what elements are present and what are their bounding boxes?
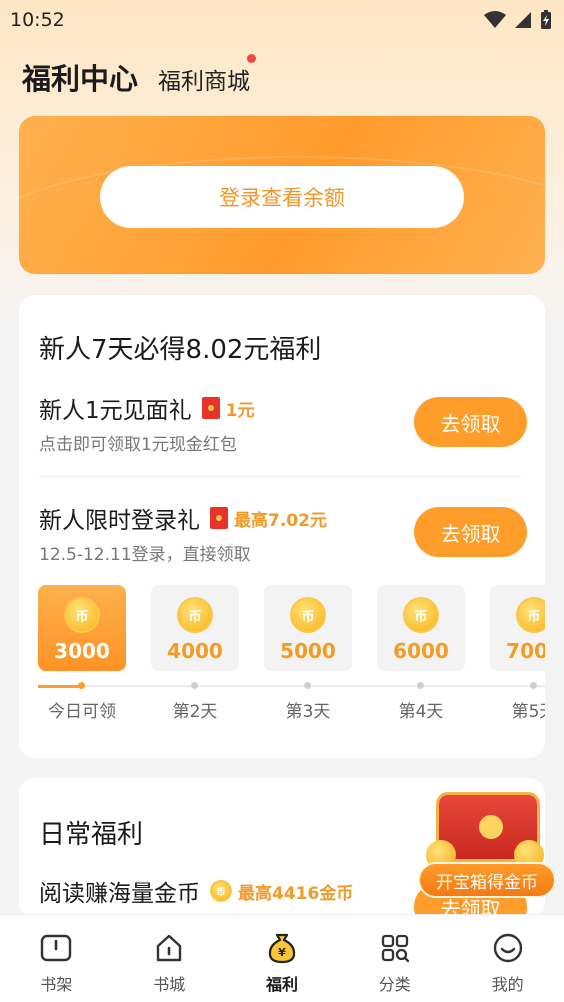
- coin-icon: 币: [210, 880, 232, 902]
- tab-welfare-mall[interactable]: 福利商城: [158, 54, 257, 96]
- red-envelope-icon: [201, 397, 220, 419]
- tab-welfare-mall-label: 福利商城: [158, 69, 251, 95]
- read-reward: 最高4416金币: [238, 883, 354, 904]
- gift1-claim-button[interactable]: 去领取: [414, 397, 527, 447]
- notification-dot: [247, 54, 257, 63]
- login-view-balance-button[interactable]: 登录查看余额: [100, 166, 464, 228]
- gift2-title-row: 新人限时登录礼 最高7.02元: [39, 501, 327, 535]
- day-label: 第2天: [172, 702, 218, 722]
- gift1-title-row: 新人1元见面礼 1元: [39, 391, 254, 425]
- day-label: 第4天: [398, 702, 444, 722]
- gift2-title: 新人限时登录礼: [39, 508, 200, 534]
- treasure-chest-widget[interactable]: 开宝箱得金币: [418, 784, 558, 904]
- tab-bookstore[interactable]: 书城: [113, 915, 226, 1002]
- tab-welfare[interactable]: ¥ 福利: [226, 915, 339, 1002]
- gift2-claim-button[interactable]: 去领取: [414, 507, 527, 557]
- open-chest-label: 开宝箱得金币: [418, 862, 556, 898]
- balance-card: 登录查看余额: [19, 116, 545, 274]
- status-bar: 10:52: [0, 0, 564, 40]
- day-value: 4000: [167, 639, 223, 663]
- day-item-3[interactable]: 币 5000 第3天: [264, 585, 352, 722]
- coin-icon: 币: [516, 597, 545, 633]
- day-value: 6000: [393, 639, 449, 663]
- profile-icon: [491, 931, 525, 965]
- tab-label: 书城: [153, 975, 186, 994]
- day-value: 7000: [506, 639, 545, 663]
- gift1-subtitle: 点击即可领取1元现金红包: [39, 435, 237, 455]
- day-label: 第5天: [511, 702, 545, 722]
- page-title: 福利中心: [22, 62, 139, 96]
- gift1-reward: 1元: [225, 400, 255, 421]
- daily-card-title: 日常福利: [39, 820, 144, 850]
- newbie-card-title: 新人7天必得8.02元福利: [39, 335, 322, 365]
- bottom-tab-bar: 书架 书城 ¥ 福利 分类 我的: [0, 914, 564, 1002]
- day-label: 今日可领: [48, 702, 116, 722]
- wifi-icon: [484, 11, 506, 28]
- tab-category[interactable]: 分类: [338, 915, 451, 1002]
- day-item-1[interactable]: 币 3000 今日可领: [38, 585, 126, 722]
- tab-profile[interactable]: 我的: [451, 915, 564, 1002]
- battery-icon: [541, 10, 551, 29]
- tab-bookshelf[interactable]: 书架: [0, 915, 113, 1002]
- gift2-subtitle: 12.5-12.11登录，直接领取: [39, 545, 251, 565]
- header: 福利中心 福利商城: [22, 54, 257, 98]
- day-label: 第3天: [285, 702, 331, 722]
- read-title: 阅读赚海量金币: [39, 881, 200, 907]
- tab-label: 福利: [265, 975, 298, 994]
- coin-icon: 币: [177, 597, 213, 633]
- status-time: 10:52: [10, 9, 65, 31]
- day-value: 5000: [280, 639, 336, 663]
- red-envelope-icon: [210, 507, 228, 529]
- bookshelf-icon: [39, 931, 73, 965]
- tab-label: 书架: [40, 975, 73, 994]
- money-bag-icon: ¥: [265, 931, 299, 965]
- bookstore-icon: [152, 931, 186, 965]
- tab-label: 我的: [491, 975, 524, 994]
- day-item-2[interactable]: 币 4000 第2天: [151, 585, 239, 722]
- day-item-4[interactable]: 币 6000 第4天: [377, 585, 465, 722]
- tab-label: 分类: [378, 975, 411, 994]
- day-value: 3000: [54, 639, 110, 663]
- category-icon: [378, 931, 412, 965]
- svg-text:¥: ¥: [278, 946, 286, 959]
- newbie-welfare-card: 新人7天必得8.02元福利 新人1元见面礼 1元 点击即可领取1元现金红包 去领…: [19, 295, 545, 758]
- gift1-title: 新人1元见面礼: [39, 398, 192, 424]
- coin-icon: 币: [403, 597, 439, 633]
- coin-icon: 币: [64, 597, 100, 633]
- coin-icon: 币: [290, 597, 326, 633]
- divider: [39, 476, 521, 477]
- checkin-days: 币 3000 今日可领 币 4000 第2天 币 5000 第3天 币 6000: [38, 585, 545, 735]
- day-item-5[interactable]: 币 7000 第5天: [490, 585, 545, 722]
- gift2-reward: 最高7.02元: [234, 510, 327, 531]
- signal-icon: [515, 12, 531, 28]
- read-title-row: 阅读赚海量金币 币 最高4416金币: [39, 874, 353, 908]
